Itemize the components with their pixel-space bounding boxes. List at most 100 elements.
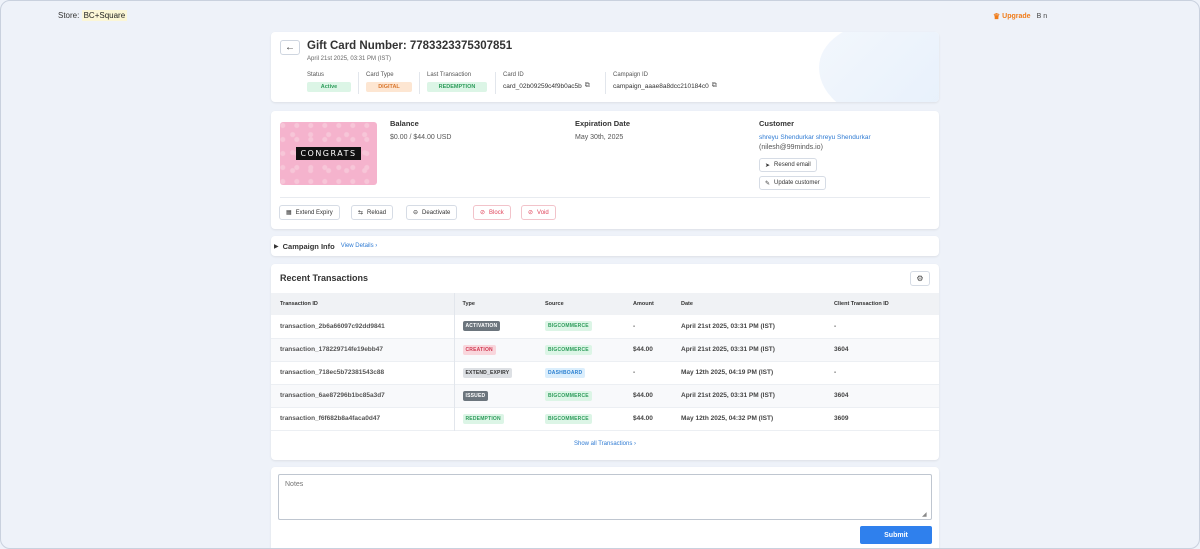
notes-card: ◢ Submit [271,467,939,548]
client-transaction-id: 3604 [834,346,849,353]
deactivate-label: Deactivate [422,209,451,216]
deactivate-button[interactable]: ⊖ Deactivate [406,205,458,220]
back-button[interactable]: ← [280,40,300,55]
view-details-link[interactable]: View Details › [341,243,378,249]
table-row[interactable]: transaction_178229714fe19ebb47 CREATION … [271,338,939,361]
store-name[interactable]: BC+Square [81,10,128,21]
reload-icon: ⇆ [358,210,364,216]
block-button[interactable]: ⊘ Block [473,205,511,220]
amount: $44.00 [633,346,653,353]
store-label: Store: [58,11,80,20]
transaction-id: transaction_718ec5b72381543c88 [271,361,455,384]
gift-card-image: CONGRATS [280,122,377,185]
resend-email-button[interactable]: ➤ Resend email [759,158,817,172]
type-badge: CREATION [462,344,496,355]
recent-transactions-title: Recent Transactions [280,273,369,283]
update-customer-button[interactable]: ✎ Update customer [759,176,826,190]
extend-expiry-button[interactable]: ▦ Extend Expiry [279,205,340,220]
settings-button[interactable]: ⚙ [910,271,930,286]
table-row[interactable]: transaction_718ec5b72381543c88 EXTEND_EX… [271,361,939,384]
copy-icon[interactable]: ⧉ [585,82,590,90]
transactions-table: Transaction ID Type Source Amount Date C… [271,293,939,431]
card-id-label: Card ID [503,72,524,78]
type-badge: ISSUED [462,390,489,401]
campaign-id-text: campaign_aaae8a8dcc210184c0 [613,82,709,90]
transaction-id: transaction_178229714fe19ebb47 [271,338,455,361]
block-label: Block [489,209,504,216]
status-label: Status [307,72,325,78]
block-icon: ⊘ [480,210,486,216]
column-header: Amount [633,301,654,307]
table-row[interactable]: transaction_6ae87296b1bc85a3d7 ISSUED BI… [271,384,939,407]
meta-card-type: Card Type DIGITAL [366,72,412,92]
language-selector[interactable]: B n [1037,13,1048,20]
customer-label: Customer [759,119,795,128]
resend-email-label: Resend email [774,162,811,168]
submit-button[interactable]: Submit [860,526,932,544]
amount: $44.00 [633,415,653,422]
amount: - [633,369,636,376]
source-badge: BIGCOMMERCE [545,413,592,424]
campaign-info-label: Campaign Info [282,241,335,251]
gift-card-image-text: CONGRATS [296,147,361,160]
campaign-info-panel[interactable]: ▶ Campaign Info View Details › [271,236,939,256]
void-label: Void [537,209,549,216]
status-badge: Active [307,82,351,92]
client-transaction-id: 3609 [834,415,849,422]
topbar-right: ♛ Upgrade B n [993,12,1047,21]
upgrade-label: Upgrade [1002,13,1031,20]
column-header: Date [681,301,693,307]
column-header: Source [545,301,564,307]
pencil-icon: ✎ [765,180,771,187]
column-header: Client Transaction ID [834,301,889,307]
arrow-left-icon: ← [285,42,295,53]
amount: - [633,322,636,330]
balance-value: $0.00 / $44.00 USD [390,134,452,141]
column-header: Type [462,301,475,307]
balance-label: Balance [390,119,419,128]
meta-campaign-id: Campaign ID campaign_aaae8a8dcc210184c0 … [613,72,717,90]
card-type-badge: DIGITAL [366,82,412,92]
table-row[interactable]: transaction_f6f682b8a4faca0d47 REDEMPTIO… [271,407,939,430]
expiration-label: Expiration Date [575,119,631,128]
client-transaction-id: - [834,369,837,376]
created-date: April 21st 2025, 03:31 PM (IST) [307,56,392,62]
transaction-id: transaction_2b6a66097c92dd9841 [271,315,455,338]
source-badge: BIGCOMMERCE [545,390,592,401]
show-all-transactions-link[interactable]: Show all Transactions › [271,441,939,447]
client-transaction-id: - [834,322,837,330]
calendar-icon: ▦ [286,210,292,216]
source-badge: BIGCOMMERCE [545,321,592,332]
minus-circle-icon: ⊖ [413,210,419,216]
type-badge: REDEMPTION [462,413,504,424]
update-customer-label: Update customer [774,180,820,186]
date: April 21st 2025, 03:31 PM (IST) [681,322,775,330]
void-icon: ⊘ [528,210,534,216]
user-initial: n [1043,13,1048,20]
copy-icon[interactable]: ⧉ [712,82,717,90]
notes-textarea[interactable] [278,474,932,520]
table-row[interactable]: transaction_2b6a66097c92dd9841 ACTIVATIO… [271,315,939,338]
recent-transactions-card: Recent Transactions ⚙ Transaction ID Typ… [271,264,939,460]
client-transaction-id: 3604 [834,392,849,399]
customer-name-link[interactable]: shreyu Shendurkar shreyu Shendurkar [759,134,871,141]
void-button[interactable]: ⊘ Void [521,205,556,220]
transaction-id: transaction_6ae87296b1bc85a3d7 [271,384,455,407]
upgrade-link[interactable]: ♛ Upgrade [993,12,1031,21]
type-badge: ACTIVATION [462,321,501,332]
caret-right-icon[interactable]: ▶ [274,243,279,250]
meta-divider [358,72,359,94]
campaign-id-value: campaign_aaae8a8dcc210184c0 ⧉ [613,82,717,90]
resize-handle-icon[interactable]: ◢ [922,511,927,518]
store-indicator: Store: BC+Square [58,10,128,21]
reload-label: Reload [367,209,387,216]
type-badge: EXTEND_EXPIRY [462,367,513,378]
transaction-id: transaction_f6f682b8a4faca0d47 [271,407,455,430]
meta-status: Status Active [307,72,351,92]
page-title: Gift Card Number: 7783323375307851 [307,40,513,52]
reload-button[interactable]: ⇆ Reload [351,205,394,220]
source-badge: DASHBOARD [545,367,586,378]
meta-last-transaction: Last Transaction REDEMPTION [427,72,487,92]
meta-divider [495,72,496,94]
campaign-id-label: Campaign ID [613,72,649,78]
